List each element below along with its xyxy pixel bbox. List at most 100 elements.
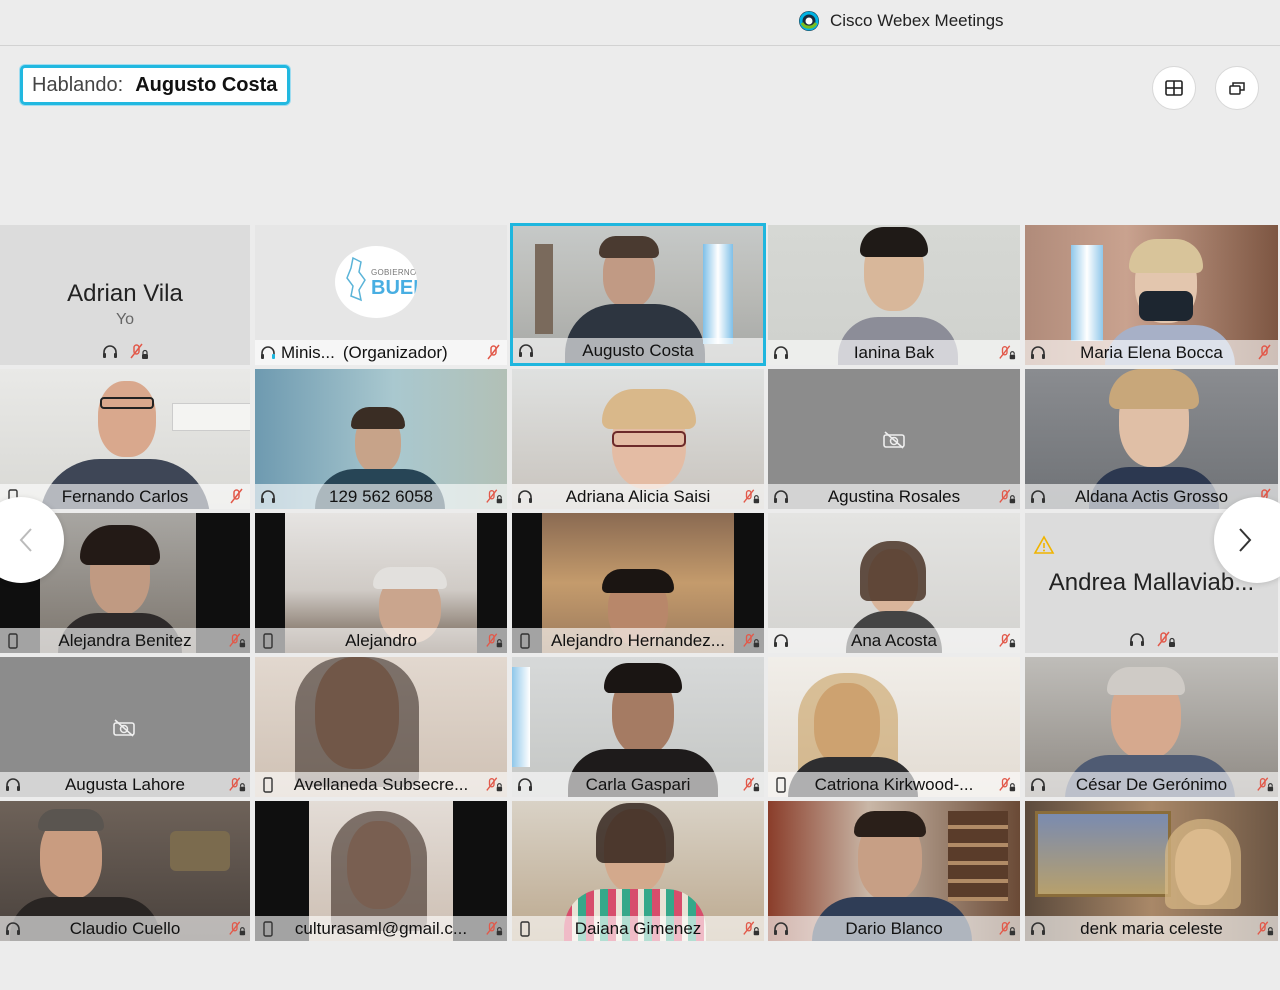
participant-tile[interactable]: Catriona Kirkwood-... [768, 657, 1020, 797]
audio-icon [1029, 920, 1047, 938]
muted-mic-icon [742, 632, 760, 650]
participant-name: Avellaneda Subsecre... [293, 774, 469, 794]
participant-name: Ana Acosta [850, 630, 937, 650]
person-hair [1129, 239, 1203, 273]
audio-icon [4, 920, 22, 938]
muted-mic-icon [998, 776, 1016, 794]
participant-namebar: Augusto Costa [513, 338, 763, 363]
muted-mic-icon [1256, 920, 1274, 938]
participant-tile[interactable]: Agustina Rosales [768, 369, 1020, 509]
participant-namebar: Alejandra Benitez [0, 628, 250, 653]
participant-namebar: Alejandro [255, 628, 507, 653]
participant-tile[interactable]: Ianina Bak [768, 225, 1020, 365]
participant-tile[interactable]: GOBIERNO BUEN Minis... (Organizador) [255, 225, 507, 365]
participant-tile[interactable]: Adriana Alicia Saisi [512, 369, 764, 509]
participant-tile[interactable]: Dario Blanco [768, 801, 1020, 941]
participant-namebar: Avellaneda Subsecre... [255, 772, 507, 797]
muted-mic-icon [485, 488, 503, 506]
muted-mic-icon [1256, 776, 1274, 794]
title-bar: Cisco Webex Meetings [0, 0, 1280, 46]
participant-tile[interactable]: Claudio Cuello [0, 801, 250, 941]
grid-layout-button[interactable] [1152, 66, 1196, 110]
participant-name: César De Gerónimo [1075, 774, 1228, 794]
flag [703, 244, 733, 344]
phone-icon [259, 776, 277, 794]
audio-icon [516, 488, 534, 506]
audio-icon [772, 488, 790, 506]
organization-logo: GOBIERNO BUEN [335, 246, 417, 318]
person-hair [596, 803, 674, 863]
muted-mic-icon [998, 632, 1016, 650]
participant-name: denk maria celeste [1080, 918, 1223, 938]
flag [1071, 245, 1103, 341]
chevron-left-icon [19, 528, 32, 552]
participant-namebar: Alejandro Hernandez... [512, 628, 764, 653]
participant-self-label: Yo [115, 311, 135, 328]
muted-mic-icon [742, 920, 760, 938]
person-hair [331, 811, 427, 931]
flag [512, 667, 530, 767]
popout-window-button[interactable] [1215, 66, 1259, 110]
audio-icon [1029, 488, 1047, 506]
muted-mic-icon [228, 776, 246, 794]
audio-icon [772, 632, 790, 650]
participant-name: Alejandro [345, 630, 417, 650]
muted-mic-icon [742, 776, 760, 794]
muted-mic-icon [485, 920, 503, 938]
flag-pole [535, 244, 553, 334]
active-speaker-indicator: Hablando: Augusto Costa [20, 65, 290, 105]
participant-namebar: Ianina Bak [768, 340, 1020, 365]
participant-tile[interactable]: Carla Gaspari [512, 657, 764, 797]
person-hair [373, 567, 447, 589]
muted-mic-icon [228, 632, 246, 650]
person-hair [1107, 667, 1185, 695]
warning-icon [1033, 535, 1055, 554]
participant-namebar: 129 562 6058 [255, 484, 507, 509]
muted-mic-icon [998, 344, 1016, 362]
phone-icon [4, 632, 22, 650]
participant-tile[interactable]: Daiana Gimenez [512, 801, 764, 941]
participant-namebar: Claudio Cuello [0, 916, 250, 941]
participant-tile[interactable]: Maria Elena Bocca [1025, 225, 1278, 365]
participant-name: Alejandro Hernandez... [551, 630, 725, 650]
participant-tile[interactable]: Avellaneda Subsecre... [255, 657, 507, 797]
person-hair [599, 236, 659, 258]
participant-tile[interactable]: Aldana Actis Grosso [1025, 369, 1278, 509]
muted-mic-icon [998, 920, 1016, 938]
muted-mic-icon [485, 632, 503, 650]
wall-painting [1035, 811, 1171, 897]
phone-icon [516, 632, 534, 650]
participant-namebar: Catriona Kirkwood-... [768, 772, 1020, 797]
grid-layout-icon [1165, 80, 1183, 96]
logo-line-1: GOBIERNO [371, 268, 417, 277]
participant-name: Adrian Vila [67, 280, 183, 307]
audio-icon [1029, 344, 1047, 362]
participant-tile[interactable]: Augusta Lahore [0, 657, 250, 797]
participant-role: (Organizador) [342, 342, 448, 362]
participant-tile-active-speaker[interactable]: Augusto Costa [510, 223, 766, 366]
participant-namebar: Dario Blanco [768, 916, 1020, 941]
muted-mic-icon [228, 920, 246, 938]
popout-window-icon [1229, 82, 1245, 95]
participant-name: Alejandra Benitez [58, 630, 192, 650]
participant-tile[interactable]: César De Gerónimo [1025, 657, 1278, 797]
participant-tile[interactable]: Adrian Vila Yo [0, 225, 250, 365]
participant-name: Augusto Costa [582, 340, 694, 360]
participant-namebar: Agustina Rosales [768, 484, 1020, 509]
webex-logo-icon [799, 11, 819, 31]
participant-tile[interactable]: Alejandro Hernandez... [512, 513, 764, 653]
person-hair [604, 663, 682, 693]
audio-icon [772, 920, 790, 938]
participant-tile[interactable]: Alejandro [255, 513, 507, 653]
participant-namebar: Minis... (Organizador) [255, 340, 507, 365]
participant-tile[interactable]: Ana Acosta [768, 513, 1020, 653]
person-hair [1109, 369, 1199, 409]
participant-tile[interactable]: culturasaml@gmail.c... [255, 801, 507, 941]
participant-name: 129 562 6058 [329, 486, 433, 506]
participant-tile[interactable]: Fernando Carlos [0, 369, 250, 509]
participant-tile[interactable]: denk maria celeste [1025, 801, 1278, 941]
participant-name: Ianina Bak [853, 342, 935, 362]
participant-namebar: Daiana Gimenez [512, 916, 764, 941]
participant-namebar: César De Gerónimo [1025, 772, 1278, 797]
participant-tile[interactable]: 129 562 6058 [255, 369, 507, 509]
